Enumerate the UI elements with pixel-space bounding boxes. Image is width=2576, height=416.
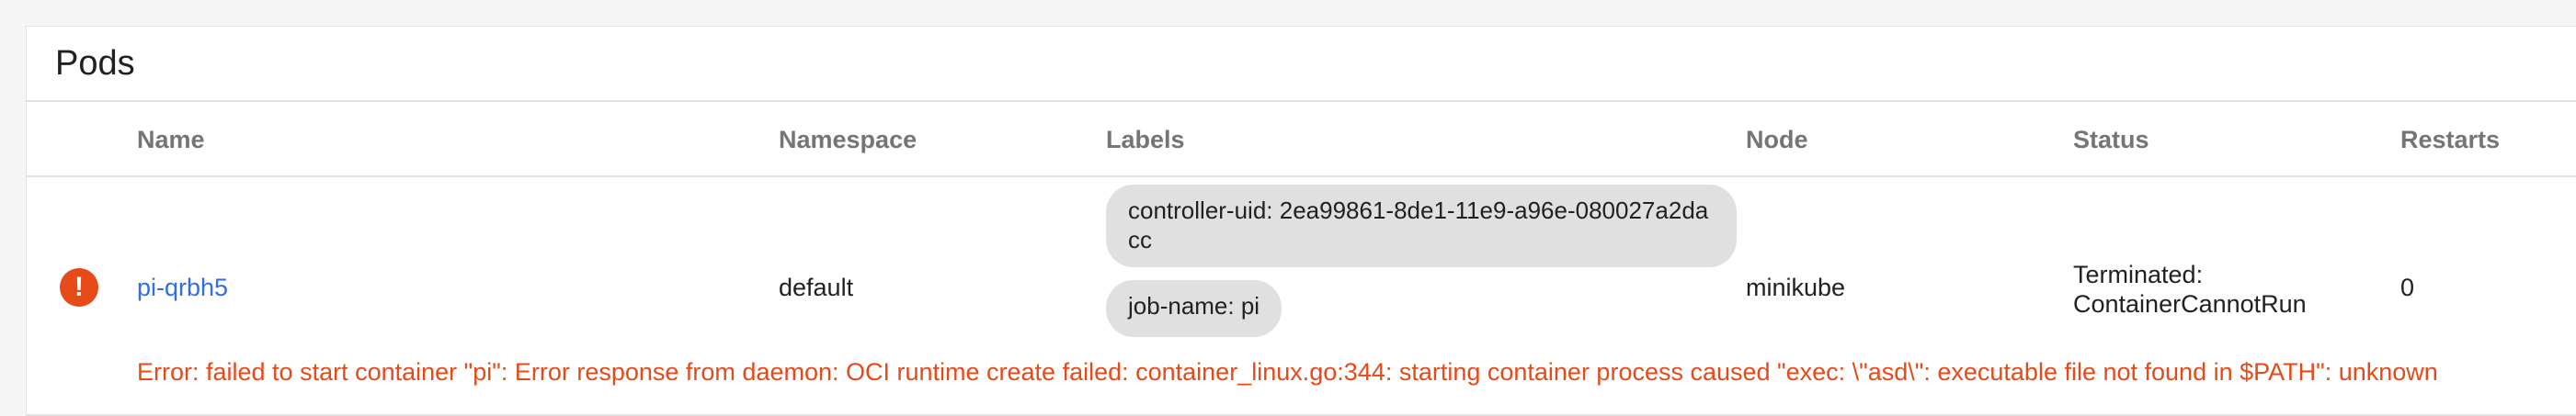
pod-name-link[interactable]: pi-qrbh5: [137, 273, 228, 302]
pod-restarts: 0: [2400, 274, 2415, 301]
label-chip: job-name: pi: [1106, 280, 1282, 337]
error-icon: !: [60, 268, 98, 307]
pod-error-message: Error: failed to start container "pi": E…: [137, 358, 2438, 386]
card-header: Pods: [27, 27, 2576, 102]
label-chip: controller-uid: 2ea99861-8de1-11e9-a96e-…: [1106, 185, 1737, 267]
pod-namespace: default: [779, 274, 854, 301]
table-header: Name Namespace Labels Node Status Restar…: [27, 102, 2576, 177]
column-header-name[interactable]: Name: [137, 102, 205, 177]
card-title: Pods: [55, 44, 135, 83]
column-header-restarts[interactable]: Restarts: [2400, 102, 2500, 177]
column-header-status: Status: [2073, 126, 2149, 153]
column-header-node[interactable]: Node: [1746, 102, 1808, 177]
table-row: ! pi-qrbh5 default controller-uid: 2ea99…: [27, 177, 2576, 416]
pod-node: minikube: [1746, 274, 1846, 301]
pod-status: Terminated: ContainerCannotRun: [2073, 261, 2307, 318]
pods-card: Pods Name Namespace Labels Node Status R…: [26, 26, 2576, 416]
column-header-labels: Labels: [1106, 126, 1185, 153]
column-header-namespace[interactable]: Namespace: [779, 102, 917, 177]
